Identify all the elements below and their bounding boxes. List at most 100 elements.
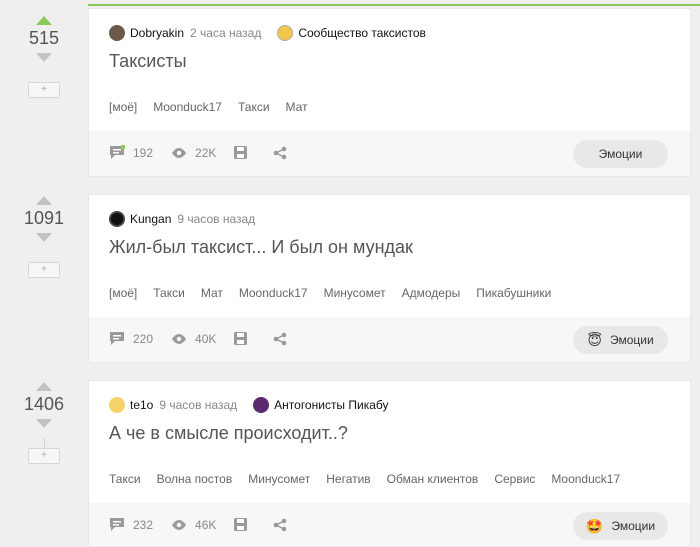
tag[interactable]: Moonduck17 <box>551 472 620 486</box>
author-name[interactable]: Kungan <box>130 212 171 226</box>
community-name[interactable]: Сообщество таксистов <box>298 26 426 40</box>
eye-icon <box>172 519 187 530</box>
save-stat[interactable] <box>234 332 255 345</box>
emotions-button[interactable]: 🤩 Эмоции <box>573 512 668 540</box>
tag[interactable]: Такси <box>238 100 270 114</box>
post-card: Dobryakin 2 часа назад Сообщество таксис… <box>88 8 691 132</box>
post-footer: 220 40K 😇 Эмоции <box>88 317 691 363</box>
community-name[interactable]: Антогонисты Пикабу <box>274 398 388 412</box>
eye-icon <box>172 147 187 158</box>
top-accent-line <box>88 4 700 6</box>
upvote-icon[interactable] <box>36 382 52 391</box>
tag[interactable]: [моё] <box>109 286 137 300</box>
author-name[interactable]: te1o <box>130 398 153 412</box>
eye-icon <box>172 333 187 344</box>
rating-block: 1091 + <box>0 196 88 278</box>
save-stat[interactable] <box>234 518 255 531</box>
emotions-label: Эмоции <box>598 147 643 161</box>
upvote-icon[interactable] <box>36 16 52 25</box>
post-meta: Kungan 9 часов назад <box>109 211 271 227</box>
post-footer: 192 22K Эмоции <box>88 131 691 177</box>
tag[interactable]: Обман клиентов <box>387 472 479 486</box>
post-title[interactable]: Таксисты <box>109 51 187 72</box>
views-stat: 22K <box>171 146 216 160</box>
community-avatar[interactable] <box>253 397 270 413</box>
downvote-icon[interactable] <box>36 419 52 428</box>
comments-count: 232 <box>133 517 154 532</box>
tag-list: [моё] Moonduck17 Такси Мат <box>109 100 324 114</box>
post-stats: 232 46K <box>109 517 313 532</box>
tag[interactable]: Минусомет <box>248 472 310 486</box>
post-title[interactable]: Жил-был таксист... И был он мундак <box>109 237 413 258</box>
tag[interactable]: Пикабушники <box>476 286 551 300</box>
emotions-button[interactable]: 😇 Эмоции <box>573 326 668 354</box>
comments-count: 192 <box>133 145 154 160</box>
tag[interactable]: [моё] <box>109 100 137 114</box>
tag[interactable]: Moonduck17 <box>153 100 222 114</box>
share-stat[interactable] <box>273 146 295 160</box>
divider-line <box>43 438 45 448</box>
save-plus-button[interactable]: + <box>28 82 60 98</box>
views-stat: 40K <box>171 332 216 346</box>
share-icon <box>274 518 287 531</box>
post-time: 2 часа назад <box>190 26 262 40</box>
share-stat[interactable] <box>273 332 295 346</box>
save-plus-button[interactable]: + <box>28 262 60 278</box>
rating-score: 515 <box>28 28 60 48</box>
tag[interactable]: Мат <box>201 286 223 300</box>
emotions-button[interactable]: Эмоции <box>573 140 668 168</box>
post-meta: Dobryakin 2 часа назад Сообщество таксис… <box>109 25 426 41</box>
post-title[interactable]: А че в смысле происходит..? <box>109 423 348 444</box>
community-avatar[interactable] <box>277 25 294 41</box>
comment-icon <box>110 518 124 531</box>
downvote-icon[interactable] <box>36 53 52 62</box>
save-plus-button[interactable]: + <box>28 448 60 464</box>
emotion-emoji: 😇 <box>587 331 602 348</box>
share-icon <box>274 146 287 159</box>
post-footer: 232 46K 🤩 Эмоции <box>88 503 691 547</box>
rating-score: 1406 <box>23 394 65 414</box>
tag[interactable]: Минусомет <box>324 286 386 300</box>
tag-list: Такси Волна постов Минусомет Негатив Обм… <box>109 472 636 486</box>
tag[interactable]: Такси <box>109 472 141 486</box>
emotion-emoji: 🤩 <box>585 517 604 534</box>
comment-icon <box>110 145 125 159</box>
comments-stat[interactable]: 192 <box>109 145 153 160</box>
downvote-icon[interactable] <box>36 233 52 242</box>
tag[interactable]: Негатив <box>326 472 370 486</box>
post-meta: te1o 9 часов назад Антогонисты Пикабу <box>109 397 389 413</box>
save-stat[interactable] <box>234 146 255 159</box>
post-card: te1o 9 часов назад Антогонисты Пикабу А … <box>88 380 691 504</box>
save-icon <box>234 332 248 345</box>
post-stats: 192 22K <box>109 145 313 160</box>
rating-score: 1091 <box>23 208 65 228</box>
author-avatar[interactable] <box>109 25 125 41</box>
author-avatar[interactable] <box>109 211 125 227</box>
comments-stat[interactable]: 232 <box>109 517 153 532</box>
post-time: 9 часов назад <box>177 212 256 226</box>
save-icon <box>234 146 248 159</box>
share-stat[interactable] <box>273 518 295 532</box>
upvote-icon[interactable] <box>36 196 52 205</box>
emotions-label: Эмоции <box>611 519 656 533</box>
views-stat: 46K <box>171 518 216 532</box>
rating-block: 1406 + <box>0 382 88 464</box>
post-stats: 220 40K <box>109 331 313 346</box>
comments-stat[interactable]: 220 <box>109 331 153 346</box>
tag[interactable]: Сервис <box>494 472 535 486</box>
tag[interactable]: Такси <box>153 286 185 300</box>
tag[interactable]: Moonduck17 <box>239 286 308 300</box>
comment-icon <box>110 332 124 345</box>
tag-list: [моё] Такси Мат Moonduck17 Минусомет Адм… <box>109 286 567 300</box>
rating-block: 515 + <box>0 16 88 98</box>
post-card: Kungan 9 часов назад Жил-был таксист... … <box>88 194 691 318</box>
tag[interactable]: Адмодеры <box>402 286 461 300</box>
share-icon <box>274 332 287 345</box>
tag[interactable]: Волна постов <box>157 472 233 486</box>
tag[interactable]: Мат <box>286 100 308 114</box>
save-icon <box>234 518 248 531</box>
author-avatar[interactable] <box>109 397 125 413</box>
author-name[interactable]: Dobryakin <box>130 26 184 40</box>
views-count: 46K <box>195 517 217 532</box>
comments-count: 220 <box>133 331 154 346</box>
